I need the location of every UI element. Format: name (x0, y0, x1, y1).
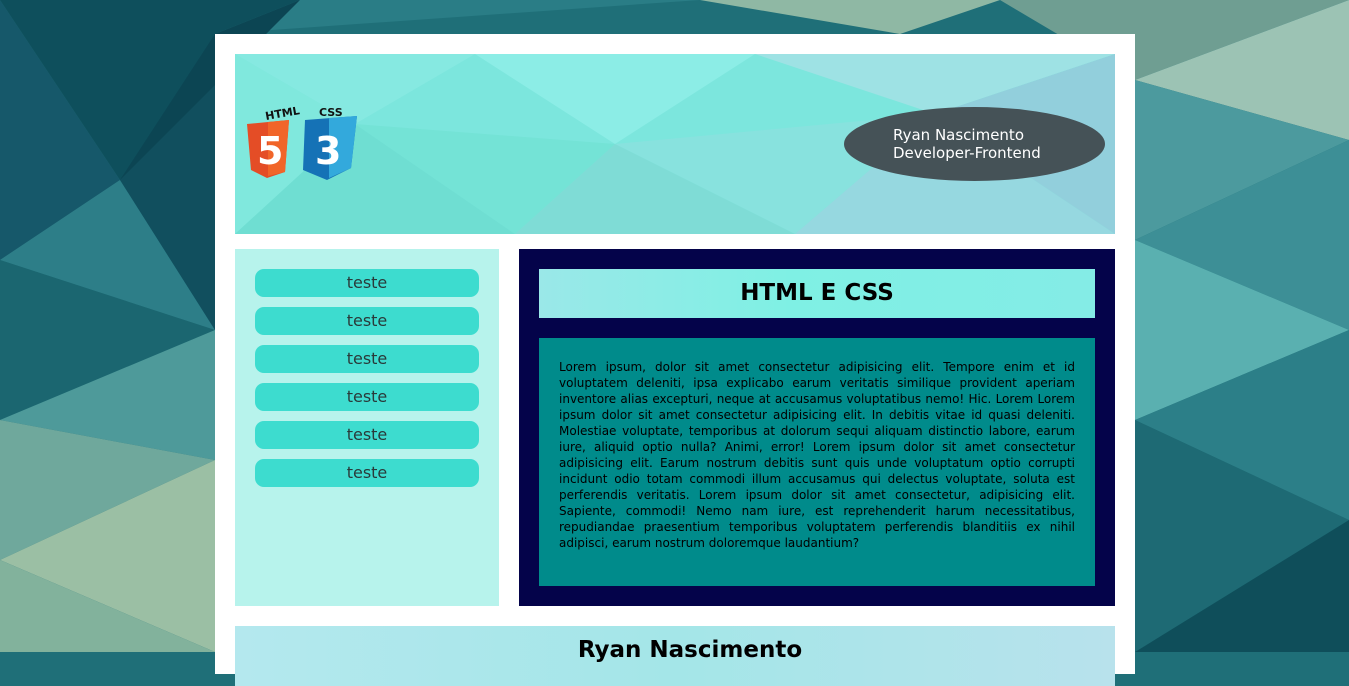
sidebar-button-1[interactable]: teste (255, 269, 479, 297)
header-banner: HTML 5 CSS 3 Ryan Nascimento Developer-F… (235, 54, 1115, 234)
logo-html-digit: 5 (257, 129, 283, 173)
logo-html-text: HTML (264, 104, 300, 123)
sidebar: teste teste teste teste teste teste (235, 249, 499, 606)
logo-css-text: CSS (319, 106, 343, 119)
sidebar-button-3[interactable]: teste (255, 345, 479, 373)
sidebar-button-2[interactable]: teste (255, 307, 479, 335)
main-title: HTML E CSS (539, 269, 1095, 318)
main-body-text: Lorem ipsum, dolor sit amet consectetur … (539, 338, 1095, 586)
html5-css3-logo: HTML 5 CSS 3 (243, 102, 363, 186)
sidebar-button-4[interactable]: teste (255, 383, 479, 411)
main-content: HTML E CSS Lorem ipsum, dolor sit amet c… (519, 249, 1115, 606)
footer-title: Ryan Nascimento (577, 637, 803, 663)
sidebar-button-5[interactable]: teste (255, 421, 479, 449)
author-name: Ryan Nascimento (893, 126, 1024, 144)
author-role: Developer-Frontend (893, 144, 1041, 162)
author-badge: Ryan Nascimento Developer-Frontend (844, 107, 1105, 181)
page-container: HTML 5 CSS 3 Ryan Nascimento Developer-F… (215, 34, 1135, 686)
footer: Ryan Nascimento (235, 626, 1115, 686)
sidebar-button-6[interactable]: teste (255, 459, 479, 487)
logo-css-digit: 3 (315, 129, 341, 173)
